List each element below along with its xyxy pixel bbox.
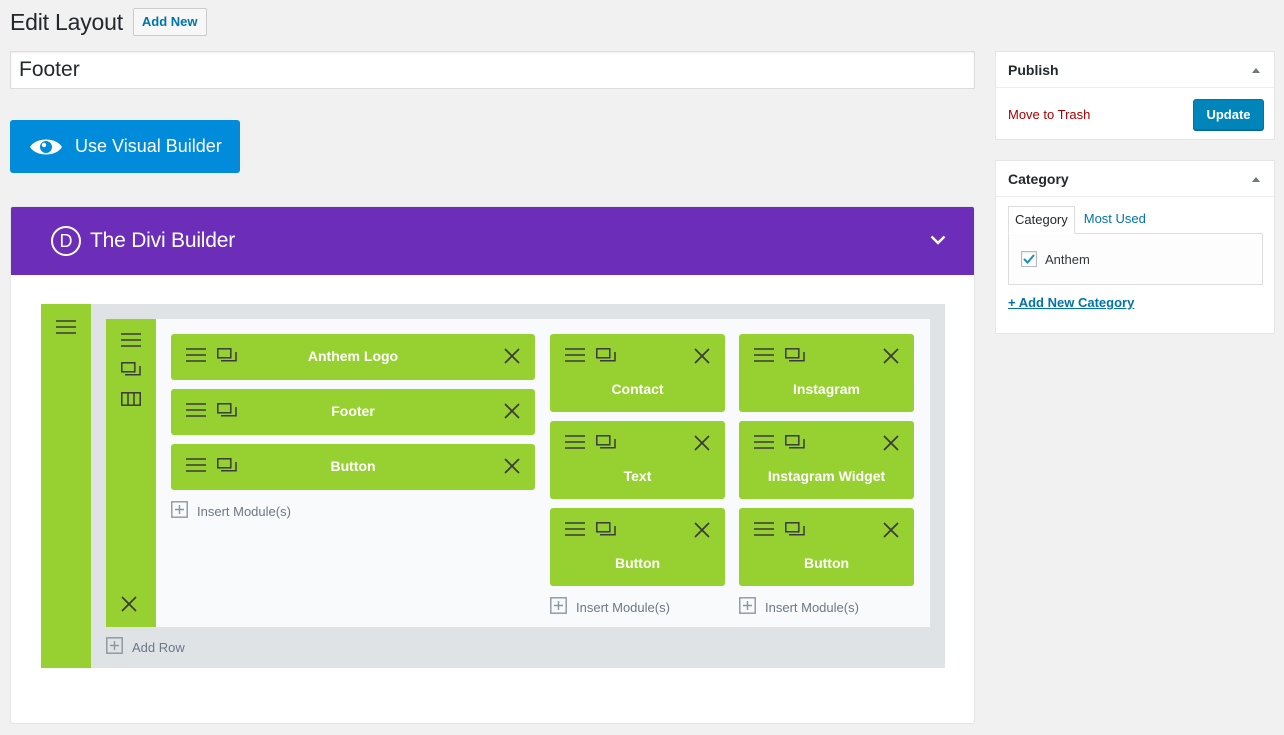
category-list: Anthem: [1008, 233, 1263, 285]
checkbox[interactable]: [1021, 251, 1037, 267]
module-button[interactable]: Button: [550, 508, 725, 586]
module-button[interactable]: Button: [739, 508, 914, 586]
module-label: Footer: [331, 403, 375, 419]
category-tabs: Category Most Used: [1008, 206, 1155, 234]
module-text[interactable]: Text: [550, 421, 725, 499]
insert-module-label: Insert Module(s): [197, 503, 291, 519]
row-menu-icon[interactable]: [121, 333, 141, 352]
category-header[interactable]: Category: [996, 161, 1274, 197]
divi-builder: D The Divi Builder Anthem Logo Footer Bu…: [10, 206, 975, 724]
insert-module-button[interactable]: Insert Module(s): [171, 501, 291, 521]
publish-header[interactable]: Publish: [996, 52, 1274, 88]
module-button[interactable]: Button: [171, 444, 535, 490]
module-label: Button: [330, 458, 376, 474]
row-handle[interactable]: [106, 319, 156, 627]
module-label: Button: [614, 555, 661, 571]
module-menu-icon[interactable]: [754, 522, 774, 539]
close-icon[interactable]: [504, 403, 520, 422]
insert-module-button[interactable]: Insert Module(s): [550, 597, 670, 617]
close-icon[interactable]: [504, 348, 520, 367]
module-footer[interactable]: Footer: [171, 389, 535, 435]
tab-most-used[interactable]: Most Used: [1075, 206, 1155, 234]
module-settings-icon[interactable]: [785, 522, 805, 539]
module-label: Button: [803, 555, 850, 571]
collapse-arrow-icon[interactable]: [1252, 177, 1260, 182]
module-settings-icon[interactable]: [785, 435, 805, 452]
visual-builder-label: Use Visual Builder: [75, 136, 222, 156]
add-row-button[interactable]: Add Row: [106, 637, 185, 657]
insert-module-label: Insert Module(s): [576, 599, 670, 615]
move-to-trash-link[interactable]: Move to Trash: [1008, 107, 1090, 122]
add-row-label: Add Row: [132, 639, 185, 655]
add-new-category-link[interactable]: + Add New Category: [1008, 295, 1134, 310]
chevron-down-icon[interactable]: [930, 232, 946, 250]
page-header: Edit Layout Add New: [10, 8, 207, 36]
module-label: Text: [623, 468, 652, 484]
builder-section: Anthem Logo Footer Button Insert Module(…: [41, 304, 945, 668]
module-settings-icon[interactable]: [596, 435, 616, 452]
module-settings-icon[interactable]: [785, 348, 805, 365]
collapse-arrow-icon[interactable]: [1252, 68, 1260, 73]
plus-icon: [550, 597, 567, 617]
layout-title-input[interactable]: [10, 51, 975, 89]
module-label: Anthem Logo: [307, 348, 399, 364]
eye-icon: [29, 135, 63, 159]
checkmark-icon: [1023, 254, 1035, 264]
close-icon[interactable]: [883, 522, 899, 541]
module-label: Contact: [611, 381, 664, 397]
category-title: Category: [1008, 170, 1069, 187]
divi-title: The Divi Builder: [90, 229, 236, 252]
close-icon[interactable]: [694, 348, 710, 367]
plus-icon: [171, 501, 188, 521]
module-menu-icon[interactable]: [754, 435, 774, 452]
divi-header: D The Divi Builder: [11, 207, 974, 275]
publish-box: Publish Move to Trash Update: [995, 51, 1275, 140]
insert-module-button[interactable]: Insert Module(s): [739, 597, 859, 617]
use-visual-builder-button[interactable]: Use Visual Builder: [10, 120, 240, 173]
columns-icon[interactable]: [121, 392, 141, 411]
publish-title: Publish: [1008, 61, 1059, 78]
close-icon[interactable]: [883, 348, 899, 367]
module-label: Instagram: [793, 381, 860, 397]
module-menu-icon[interactable]: [565, 522, 585, 539]
module-instagram[interactable]: Instagram: [739, 334, 914, 412]
category-item-label: Anthem: [1045, 251, 1090, 267]
module-settings-icon[interactable]: [596, 348, 616, 365]
close-icon[interactable]: [694, 522, 710, 541]
row-settings-icon[interactable]: [121, 362, 141, 381]
section-menu-icon[interactable]: [56, 320, 76, 339]
plus-icon: [106, 637, 123, 657]
tab-category[interactable]: Category: [1008, 206, 1075, 234]
plus-icon: [739, 597, 756, 617]
close-icon[interactable]: [694, 435, 710, 454]
close-icon[interactable]: [504, 458, 520, 477]
section-handle[interactable]: [41, 304, 91, 668]
module-contact[interactable]: Contact: [550, 334, 725, 412]
module-anthem-logo[interactable]: Anthem Logo: [171, 334, 535, 380]
insert-module-label: Insert Module(s): [765, 599, 859, 615]
delete-row-icon[interactable]: [121, 596, 137, 617]
divi-logo: D: [51, 226, 81, 256]
builder-row: Anthem Logo Footer Button Insert Module(…: [106, 319, 930, 627]
update-button[interactable]: Update: [1193, 99, 1264, 130]
module-label: Instagram Widget: [767, 468, 886, 484]
category-box: Category Category Most Used Anthem + Add…: [995, 160, 1275, 334]
module-menu-icon[interactable]: [754, 348, 774, 365]
close-icon[interactable]: [883, 435, 899, 454]
module-settings-icon[interactable]: [596, 522, 616, 539]
category-item-anthem[interactable]: Anthem: [1021, 251, 1090, 267]
add-new-button[interactable]: Add New: [132, 8, 207, 36]
module-menu-icon[interactable]: [565, 348, 585, 365]
module-instagram-widget[interactable]: Instagram Widget: [739, 421, 914, 499]
module-menu-icon[interactable]: [565, 435, 585, 452]
page-title: Edit Layout: [10, 8, 123, 35]
